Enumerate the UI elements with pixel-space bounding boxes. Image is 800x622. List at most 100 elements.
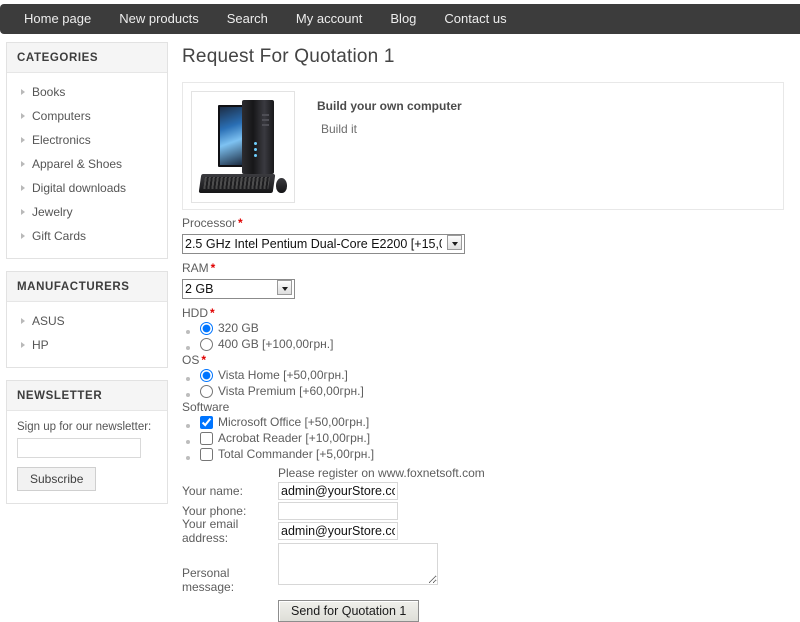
- sidebar-item-hp[interactable]: HP: [7, 333, 167, 357]
- sidebar-item-label: Apparel & Shoes: [32, 157, 123, 171]
- option-label: Acrobat Reader [+10,00грн.]: [218, 431, 371, 445]
- software-checkbox-acrobat-reader[interactable]: [200, 431, 213, 445]
- required-marker: *: [210, 261, 216, 275]
- subscribe-button[interactable]: Subscribe: [17, 467, 97, 491]
- attribute-label-ram: RAM *: [182, 261, 784, 275]
- newsletter-label: Sign up for our newsletter:: [17, 421, 152, 433]
- top-navigation-bar: Home page New products Search My account…: [0, 4, 800, 34]
- hdd-option-400gb[interactable]: 400 GB [+100,00грн.]: [200, 336, 784, 352]
- sidebar-item-label: Digital downloads: [32, 181, 127, 195]
- sidebar-item-apparel-shoes[interactable]: Apparel & Shoes: [7, 152, 167, 176]
- required-marker: *: [238, 216, 243, 230]
- attribute-name: HDD: [182, 306, 208, 320]
- manufacturers-panel: MANUFACTURERS ASUS HP: [6, 271, 168, 368]
- name-label: Your name:: [182, 484, 243, 498]
- nav-item-blog[interactable]: Blog: [376, 4, 430, 34]
- attribute-name: RAM: [182, 261, 209, 275]
- send-for-quotation-button[interactable]: Send for Quotation 1: [278, 600, 420, 622]
- attribute-name: OS: [182, 353, 200, 367]
- attributes-section: Processor * 2.5 GHz Intel Pentium Dual-Co…: [182, 216, 784, 462]
- software-option-acrobat-reader[interactable]: Acrobat Reader [+10,00грн.]: [200, 430, 784, 446]
- sidebar-item-label: Jewelry: [32, 205, 73, 219]
- chevron-right-icon: [21, 161, 25, 167]
- option-label: 320 GB: [218, 321, 259, 335]
- os-radio-vista-home[interactable]: [200, 368, 213, 382]
- submit-row: Send for Quotation 1: [278, 600, 784, 622]
- attribute-name: Processor: [182, 216, 237, 230]
- list-item: Microsoft Office [+50,00грн.]: [200, 414, 784, 430]
- list-item: Vista Home [+50,00грн.]: [200, 367, 784, 383]
- ram-select[interactable]: 2 GB: [182, 279, 295, 299]
- manufacturers-panel-title: MANUFACTURERS: [7, 272, 167, 302]
- product-info: Build your own computer Build it: [295, 91, 462, 201]
- newsletter-panel: NEWSLETTER Sign up for our newsletter: S…: [6, 380, 168, 504]
- newsletter-email-input[interactable]: [17, 438, 141, 458]
- chevron-right-icon: [21, 209, 25, 215]
- attribute-label-os: OS *: [182, 353, 784, 367]
- sidebar-item-electronics[interactable]: Electronics: [7, 128, 167, 152]
- main-content: Request For Quotation 1 Build your own c…: [182, 46, 784, 622]
- software-option-total-commander[interactable]: Total Commander [+5,00грн.]: [200, 446, 784, 462]
- os-option-vista-premium[interactable]: Vista Premium [+60,00грн.]: [200, 383, 784, 399]
- processor-select[interactable]: 2.5 GHz Intel Pentium Dual-Core E2200 [+…: [182, 234, 465, 254]
- sidebar-item-asus[interactable]: ASUS: [7, 309, 167, 333]
- form-row-name: Your name:: [182, 482, 784, 500]
- list-item: Acrobat Reader [+10,00грн.]: [200, 430, 784, 446]
- hdd-option-list: 320 GB 400 GB [+100,00грн.]: [182, 320, 784, 352]
- chevron-right-icon: [21, 89, 25, 95]
- hdd-radio-400gb[interactable]: [200, 337, 213, 351]
- email-input[interactable]: [278, 522, 398, 540]
- computer-tower-icon: [242, 100, 274, 174]
- nav-item-my-account[interactable]: My account: [282, 4, 376, 34]
- nav-item-contact-us[interactable]: Contact us: [430, 4, 520, 34]
- hdd-option-320gb[interactable]: 320 GB: [200, 320, 784, 336]
- product-summary-box: Build your own computer Build it: [182, 82, 784, 210]
- sidebar-item-gift-cards[interactable]: Gift Cards: [7, 224, 167, 248]
- email-label: Your email address:: [182, 517, 239, 545]
- option-label: 400 GB [+100,00грн.]: [218, 337, 334, 351]
- monitor-screen-icon: [218, 105, 244, 167]
- sidebar-item-digital-downloads[interactable]: Digital downloads: [7, 176, 167, 200]
- chevron-right-icon: [21, 185, 25, 191]
- name-input[interactable]: [278, 482, 398, 500]
- hdd-radio-320gb[interactable]: [200, 321, 213, 335]
- page-title: Request For Quotation 1: [182, 46, 395, 67]
- list-item: 320 GB: [200, 320, 784, 336]
- list-item: Vista Premium [+60,00грн.]: [200, 383, 784, 399]
- sidebar-item-label: HP: [32, 338, 49, 352]
- nav-item-search[interactable]: Search: [213, 4, 282, 34]
- register-note: Please register on www.foxnetsoft.com: [278, 466, 485, 480]
- chevron-right-icon: [21, 113, 25, 119]
- attribute-label-software: Software: [182, 400, 784, 414]
- chevron-right-icon: [21, 342, 25, 348]
- sidebar-item-label: Gift Cards: [32, 229, 87, 243]
- os-option-vista-home[interactable]: Vista Home [+50,00грн.]: [200, 367, 784, 383]
- form-row-email: Your email address:: [182, 517, 784, 545]
- message-textarea[interactable]: [278, 543, 438, 585]
- attribute-label-hdd: HDD *: [182, 306, 784, 320]
- software-checkbox-total-commander[interactable]: [200, 447, 213, 461]
- os-radio-vista-premium[interactable]: [200, 384, 213, 398]
- phone-input[interactable]: [278, 502, 398, 520]
- ram-select-wrapper: 2 GB: [182, 277, 295, 302]
- software-checkbox-microsoft-office[interactable]: [200, 415, 213, 429]
- sidebar-item-computers[interactable]: Computers: [7, 104, 167, 128]
- product-name: Build your own computer: [317, 99, 462, 113]
- nav-item-home-page[interactable]: Home page: [10, 4, 105, 34]
- sidebar-item-books[interactable]: Books: [7, 80, 167, 104]
- product-subtitle: Build it: [321, 122, 358, 136]
- newsletter-body: Sign up for our newsletter: Subscribe: [7, 411, 167, 503]
- sidebar-item-jewelry[interactable]: Jewelry: [7, 200, 167, 224]
- sidebar-item-label: ASUS: [32, 314, 65, 328]
- categories-list: Books Computers Electronics Apparel & Sh…: [7, 73, 167, 258]
- option-label: Microsoft Office [+50,00грн.]: [218, 415, 370, 429]
- mouse-icon: [276, 178, 287, 193]
- list-item: Total Commander [+5,00грн.]: [200, 446, 784, 462]
- attribute-name: Software: [182, 400, 230, 414]
- categories-panel-title: CATEGORIES: [7, 43, 167, 73]
- categories-panel: CATEGORIES Books Computers Electronics A…: [6, 42, 168, 259]
- option-label: Vista Home [+50,00грн.]: [218, 368, 348, 382]
- software-option-microsoft-office[interactable]: Microsoft Office [+50,00грн.]: [200, 414, 784, 430]
- nav-item-new-products[interactable]: New products: [105, 4, 212, 34]
- manufacturers-list: ASUS HP: [7, 302, 167, 367]
